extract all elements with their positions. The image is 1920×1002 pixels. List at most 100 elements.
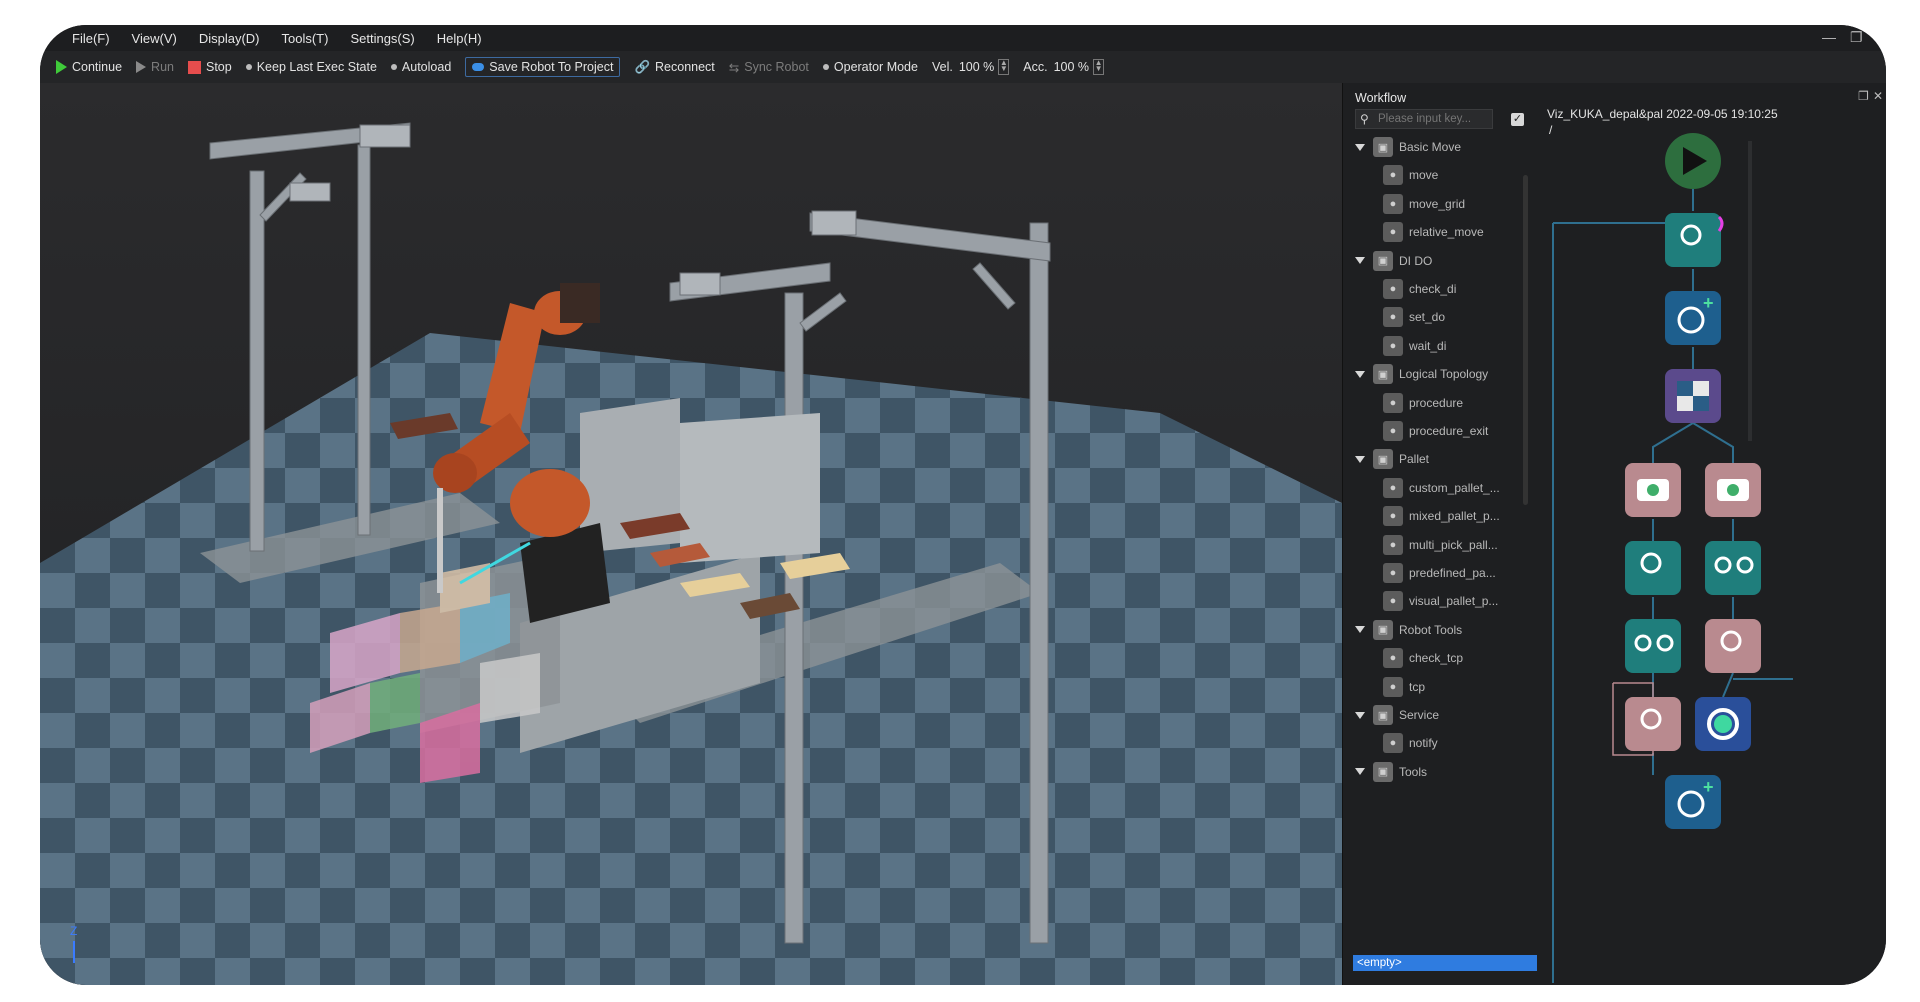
scene-svg: Z bbox=[40, 122, 1342, 985]
workflow-panel: Workflow ❐ ✕ ⚲ ✓ ▣Basic Move●move●move_g… bbox=[1342, 83, 1886, 985]
tree-category[interactable]: ▣ Tools bbox=[1355, 761, 1428, 782]
menu-file[interactable]: File(F) bbox=[72, 31, 110, 46]
expand-caret-icon[interactable] bbox=[1355, 370, 1365, 378]
axis-label: Z bbox=[70, 924, 77, 938]
tree-node-item[interactable]: ● wait_di bbox=[1383, 335, 1446, 356]
check-di-node[interactable] bbox=[1695, 697, 1751, 751]
toggle-off-icon bbox=[245, 64, 252, 70]
tree-node-item[interactable]: ● custom_pallet_... bbox=[1383, 477, 1500, 498]
save-robot-toggle[interactable]: Save Robot To Project bbox=[465, 57, 621, 77]
node-type-icon: ● bbox=[1383, 534, 1403, 555]
move-node-2[interactable] bbox=[1625, 541, 1681, 595]
tree-category-label: Basic Move bbox=[1399, 140, 1462, 154]
continue-button[interactable]: Continue bbox=[56, 60, 122, 74]
tree-node-label: notify bbox=[1409, 736, 1438, 751]
minimize-icon[interactable]: — bbox=[1822, 29, 1836, 45]
tree-category-label: Service bbox=[1399, 708, 1440, 722]
velocity-label: Vel. bbox=[931, 60, 953, 74]
wait-timer-node-2[interactable]: + bbox=[1665, 775, 1721, 829]
search-input[interactable] bbox=[1378, 113, 1488, 125]
move-path-node-2[interactable] bbox=[1625, 697, 1681, 751]
tree-node-item[interactable]: ● procedure_exit bbox=[1383, 421, 1488, 441]
tree-node-item[interactable]: ● notify bbox=[1383, 733, 1438, 754]
keep-last-exec-toggle[interactable]: Keep Last Exec State bbox=[245, 60, 377, 74]
plus-icon: + bbox=[1703, 293, 1714, 313]
tree-node-item[interactable]: ● relative_move bbox=[1383, 222, 1484, 243]
tree-node-item[interactable]: ● procedure bbox=[1383, 392, 1464, 413]
tree-node-item[interactable]: ● multi_pick_pall... bbox=[1383, 534, 1498, 555]
node-type-icon: ● bbox=[1383, 222, 1403, 243]
expand-caret-icon[interactable] bbox=[1355, 768, 1365, 776]
menu-tools[interactable]: Tools(T) bbox=[282, 31, 329, 46]
node-type-icon: ● bbox=[1383, 421, 1403, 441]
tree-node-item[interactable]: ● predefined_pa... bbox=[1383, 563, 1496, 583]
restore-icon[interactable]: ❐ bbox=[1850, 29, 1863, 46]
expand-caret-icon[interactable] bbox=[1355, 626, 1365, 634]
tree-node-label: procedure bbox=[1409, 395, 1464, 410]
tree-node-label: multi_pick_pall... bbox=[1409, 537, 1498, 552]
tree-category-label: Tools bbox=[1399, 764, 1428, 779]
tree-node-item[interactable]: ● set_do bbox=[1383, 307, 1445, 328]
acceleration-stepper[interactable]: ▲ ▼ bbox=[1093, 59, 1105, 75]
canvas-scrollbar[interactable] bbox=[1748, 141, 1752, 441]
wait-timer-node[interactable]: + bbox=[1665, 291, 1721, 345]
app-window: File(F) View(V) Display(D) Tools(T) Sett… bbox=[40, 25, 1886, 985]
filter-checkbox[interactable]: ✓ bbox=[1511, 113, 1524, 126]
tree-category[interactable]: ▣ Basic Move bbox=[1355, 137, 1461, 157]
move-path-node[interactable] bbox=[1705, 619, 1761, 673]
relative-move-node[interactable] bbox=[1705, 541, 1761, 595]
expand-caret-icon[interactable] bbox=[1355, 257, 1365, 265]
reconnect-label: Reconnect bbox=[655, 60, 715, 74]
tree-category-label: DI DO bbox=[1399, 253, 1433, 268]
tree-node-item[interactable]: ● move bbox=[1383, 165, 1438, 186]
tree-category[interactable]: ▣ Logical Topology bbox=[1355, 364, 1488, 385]
tree-node-item[interactable]: ● visual_pallet_p... bbox=[1383, 591, 1499, 612]
tree-category[interactable]: ▣ Robot Tools bbox=[1355, 619, 1462, 640]
menu-display[interactable]: Display(D) bbox=[199, 31, 260, 46]
vision-capture-node-right[interactable] bbox=[1705, 463, 1761, 517]
velocity-input[interactable]: 100 % bbox=[959, 60, 994, 74]
velocity-stepper[interactable]: ▲ ▼ bbox=[998, 59, 1010, 75]
run-button[interactable]: Run bbox=[136, 60, 174, 74]
move-node[interactable] bbox=[1665, 213, 1724, 267]
stop-button[interactable]: Stop bbox=[187, 60, 232, 74]
tree-node-label: procedure_exit bbox=[1409, 424, 1489, 438]
tree-node-item[interactable]: ● move_grid bbox=[1383, 193, 1466, 214]
sync-robot-button[interactable]: ⇆ Sync Robot bbox=[729, 60, 809, 75]
link-icon: 🔗 bbox=[634, 59, 651, 74]
operator-mode-toggle[interactable]: Operator Mode bbox=[822, 60, 918, 74]
tree-node-item[interactable]: ● mixed_pallet_p... bbox=[1383, 506, 1500, 527]
node-library-tree: ▣ Basic Move ● move ● move_grid ● relative_move… bbox=[1343, 133, 1521, 853]
tree-node-label: move_grid bbox=[1409, 196, 1466, 211]
tree-node-item[interactable]: ● check_di bbox=[1383, 279, 1456, 299]
tree-category[interactable]: ▣ Pallet bbox=[1355, 449, 1429, 470]
expand-caret-icon[interactable] bbox=[1355, 711, 1365, 719]
menu-help[interactable]: Help(H) bbox=[437, 31, 482, 46]
plus-icon: + bbox=[1703, 777, 1714, 797]
expand-caret-icon[interactable] bbox=[1355, 455, 1365, 463]
category-icon: ▣ bbox=[1373, 137, 1393, 157]
acceleration-control: Acc. 100 % ▲ ▼ bbox=[1023, 59, 1105, 75]
expand-caret-icon[interactable] bbox=[1355, 143, 1365, 151]
tree-node-item[interactable]: ● check_tcp bbox=[1383, 648, 1463, 669]
tree-node-item[interactable]: ● tcp bbox=[1383, 676, 1425, 697]
toolbar: Continue Run Stop Keep Last Exec State A… bbox=[40, 51, 1886, 83]
menu-view[interactable]: View(V) bbox=[132, 31, 177, 46]
tree-scrollbar[interactable] bbox=[1523, 175, 1528, 505]
reconnect-button[interactable]: 🔗 Reconnect bbox=[634, 60, 714, 75]
autoload-toggle[interactable]: Autoload bbox=[390, 60, 451, 74]
workflow-search: ⚲ bbox=[1355, 109, 1493, 129]
counter-node[interactable] bbox=[1665, 369, 1721, 423]
relative-move-node-2[interactable] bbox=[1625, 619, 1681, 673]
empty-selection-item[interactable]: <empty> bbox=[1353, 955, 1537, 971]
tree-category[interactable]: ▣ Service bbox=[1355, 705, 1439, 725]
tree-node-label: visual_pallet_p... bbox=[1409, 594, 1499, 609]
category-icon: ▣ bbox=[1373, 761, 1393, 782]
sync-robot-label: Sync Robot bbox=[744, 60, 809, 74]
workflow-canvas[interactable]: Viz_KUKA_depal&pal 2022-09-05 19:10:25 / bbox=[1543, 101, 1886, 985]
vision-capture-node-left[interactable] bbox=[1625, 463, 1681, 517]
tree-category[interactable]: ▣ DI DO bbox=[1355, 250, 1433, 271]
acceleration-input[interactable]: 100 % bbox=[1054, 60, 1089, 74]
menu-settings[interactable]: Settings(S) bbox=[350, 31, 414, 46]
3d-viewport[interactable]: Z bbox=[40, 83, 1342, 985]
